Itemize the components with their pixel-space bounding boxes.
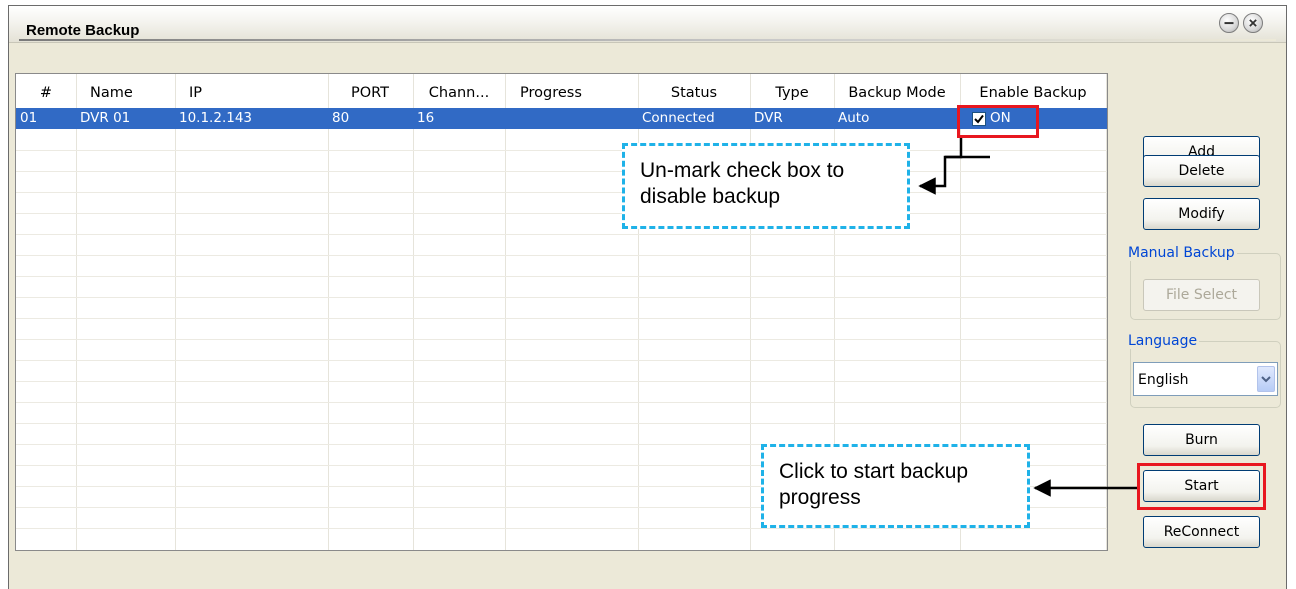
start-highlight [1137,463,1266,510]
reconnect-button[interactable]: ReConnect [1143,516,1260,548]
col-header-type[interactable]: Type [750,74,834,108]
row-line [16,423,1107,424]
row-line [16,192,1107,193]
checkbox-callout: Un-mark check box to disable backup [622,143,910,229]
callout-line: Click to start backup [779,460,969,483]
cell-channels: 16 [417,110,435,126]
cell-name: DVR 01 [80,110,131,126]
col-header-backup-mode[interactable]: Backup Mode [834,74,960,108]
row-line [16,339,1107,340]
manual-backup-label: Manual Backup [1126,245,1237,261]
callout-line: Un-mark check box to [640,159,845,182]
cell-num: 01 [20,110,38,126]
row-line [16,297,1107,298]
callout-line: progress [779,486,861,509]
cell-progress [505,108,638,129]
title-underline [19,39,1276,41]
row-line [16,318,1107,319]
column-separator [76,74,77,550]
row-line [16,360,1107,361]
file-select-button[interactable]: File Select [1143,279,1260,311]
delete-button[interactable]: Delete [1143,155,1260,187]
title-bar: Remote Backup [9,6,1286,43]
row-line [16,255,1107,256]
close-button[interactable] [1243,13,1263,33]
row-line [16,276,1107,277]
minimize-button[interactable] [1219,13,1239,33]
column-separator [175,74,176,550]
start-callout: Click to start backup progress [761,444,1030,528]
col-header-port[interactable]: PORT [328,74,412,108]
cell-status: Connected [642,110,715,126]
modify-button[interactable]: Modify [1143,198,1260,230]
col-header-name[interactable]: Name [84,74,174,108]
column-separator [505,74,506,550]
cell-ip: 10.1.2.143 [179,110,252,126]
table-header: # Name IP PORT Chann... Progress Status … [16,74,1107,109]
language-selected-value: English [1138,372,1189,388]
row-line [16,150,1107,151]
column-separator [328,74,329,550]
col-header-enable-backup[interactable]: Enable Backup [960,74,1106,108]
chevron-down-icon [1261,376,1271,383]
cell-port: 80 [332,110,350,126]
row-line [16,402,1107,403]
checkbox-highlight [957,105,1039,138]
close-icon [1249,19,1257,27]
cell-backup-mode: Auto [838,110,870,126]
column-separator [1106,74,1107,550]
language-select[interactable]: English [1133,362,1278,396]
col-header-status[interactable]: Status [638,74,750,108]
dropdown-arrow-icon[interactable] [1257,366,1275,392]
row-line [16,171,1107,172]
language-label: Language [1126,333,1200,349]
window-title: Remote Backup [26,22,140,39]
column-separator [413,74,414,550]
cell-type: DVR [754,110,783,126]
col-header-num[interactable]: # [16,74,76,108]
col-header-channels[interactable]: Chann... [413,74,505,108]
row-line [16,234,1107,235]
row-line [16,213,1107,214]
row-line [16,381,1107,382]
col-header-ip[interactable]: IP [183,74,323,108]
row-line [16,528,1107,529]
burn-button[interactable]: Burn [1143,424,1260,456]
col-header-progress[interactable]: Progress [505,74,638,108]
callout-line: disable backup [640,185,781,208]
minimize-icon [1224,22,1234,25]
